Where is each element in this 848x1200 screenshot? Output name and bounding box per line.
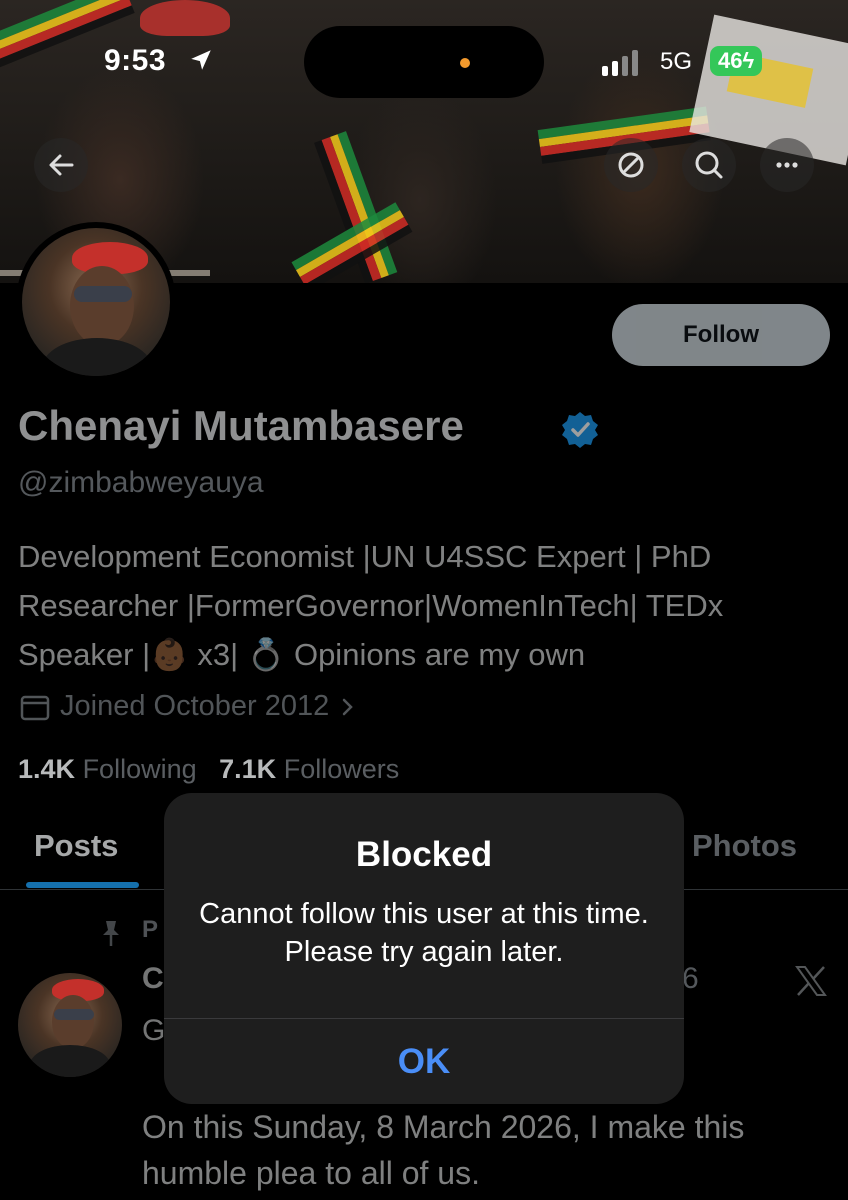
joined-label: Joined October 2012	[60, 690, 330, 722]
network-type: 5G	[660, 48, 693, 75]
post-author-avatar[interactable]	[18, 973, 122, 1077]
mute-button[interactable]	[604, 138, 658, 192]
pinned-label: P	[142, 916, 159, 943]
joined-date[interactable]: Joined October 2012	[20, 690, 357, 723]
chevron-right-icon	[343, 698, 354, 715]
profile-avatar[interactable]	[16, 222, 176, 382]
avatar-face	[70, 266, 134, 346]
status-time: 9:53	[104, 44, 167, 77]
verified-badge-icon[interactable]	[560, 410, 600, 450]
following-link[interactable]: 1.4K Following	[18, 754, 197, 784]
following-label: Following	[82, 754, 197, 784]
avatar-jacket	[42, 338, 152, 376]
alert-message: Cannot follow this user at this time. Pl…	[199, 898, 649, 968]
active-tab-indicator	[26, 882, 139, 888]
more-button[interactable]	[760, 138, 814, 192]
avatar-image	[22, 228, 170, 376]
dynamic-island	[304, 26, 544, 98]
tab-posts[interactable]: Posts	[34, 828, 118, 864]
back-button[interactable]	[34, 138, 88, 192]
followers-count: 7.1K	[219, 754, 277, 784]
followers-link[interactable]: 7.1K Followers	[219, 754, 399, 784]
battery-level: 46	[718, 48, 743, 73]
post-date: 6	[682, 962, 699, 995]
mute-icon	[618, 152, 644, 178]
location-arrow-icon	[191, 50, 211, 70]
follow-stats: 1.4K Following 7.1K Followers	[18, 754, 399, 785]
profile-handle: @zimbabweyauya	[18, 466, 264, 499]
pin-icon	[103, 921, 119, 946]
avatar-sunglasses	[54, 1009, 94, 1020]
blocked-alert-dialog: Blocked Cannot follow this user at this …	[164, 793, 684, 1104]
search-button[interactable]	[682, 138, 736, 192]
x-logo-icon	[795, 966, 827, 996]
search-icon	[695, 151, 723, 179]
post-text[interactable]: On this Sunday, 8 March 2026, I make thi…	[142, 1104, 832, 1196]
charging-bolt-icon: ϟ	[742, 48, 755, 73]
post-author-name[interactable]: C	[142, 962, 164, 996]
privacy-indicator	[460, 58, 470, 68]
avatar-face	[52, 995, 94, 1049]
profile-bio: Development Economist |UN U4SSC Expert |…	[18, 539, 724, 672]
ok-button[interactable]: OK	[164, 1019, 684, 1104]
post-first-line: G	[142, 1014, 166, 1047]
avatar-image	[18, 973, 122, 1077]
battery-indicator: 46ϟ	[710, 46, 763, 76]
calendar-icon	[20, 695, 50, 720]
signal-icon	[602, 50, 638, 76]
tab-photos[interactable]: Photos	[692, 828, 797, 864]
alert-title: Blocked	[355, 835, 493, 874]
avatar-jacket	[30, 1045, 110, 1077]
following-count: 1.4K	[18, 754, 76, 784]
profile-name: Chenayi Mutambasere	[18, 402, 464, 449]
back-icon	[49, 154, 74, 176]
avatar-sunglasses	[74, 286, 132, 302]
followers-label: Followers	[283, 754, 400, 784]
beret-decoration	[140, 0, 230, 36]
follow-button[interactable]: Follow	[612, 304, 830, 366]
more-icon	[776, 162, 798, 168]
